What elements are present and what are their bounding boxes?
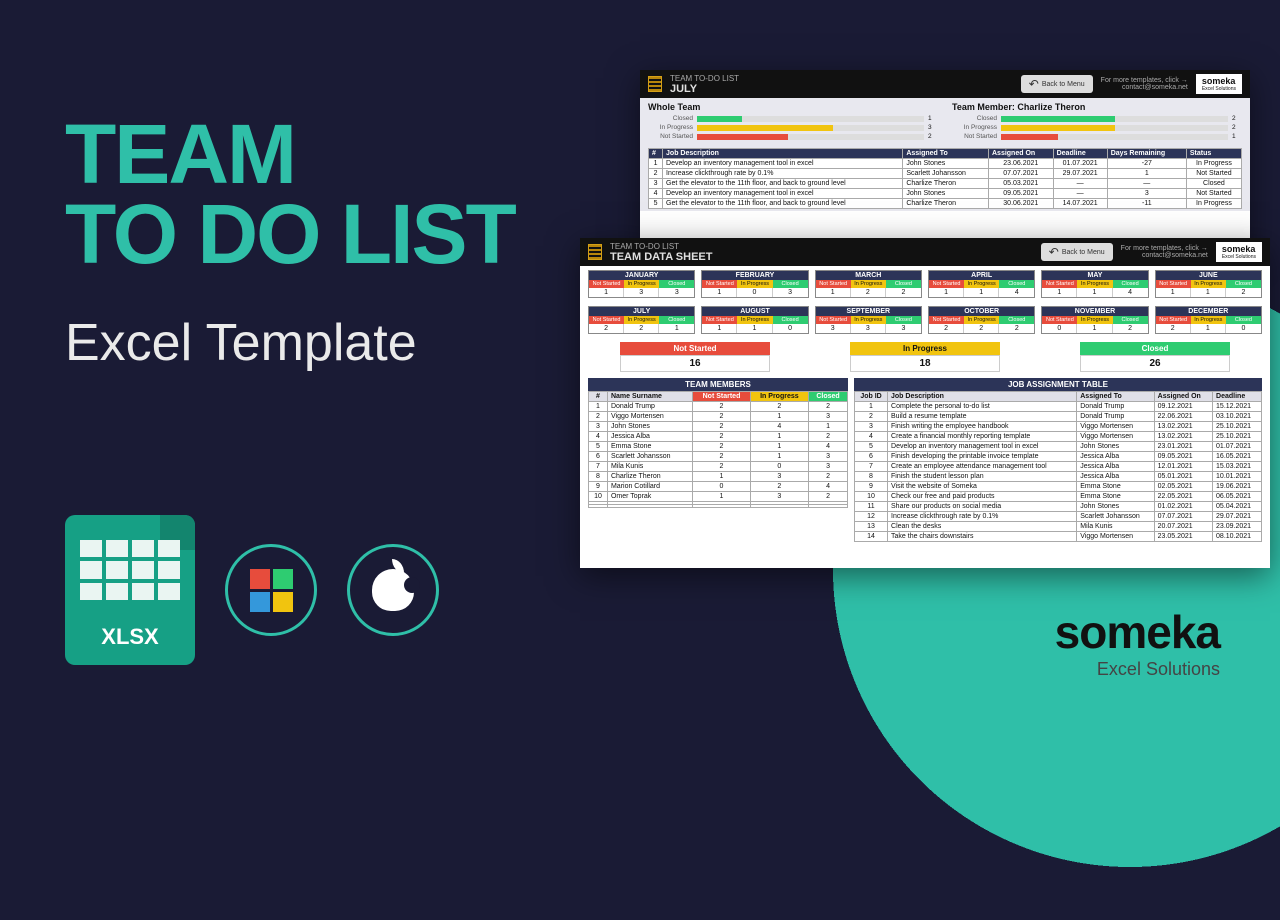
- table-row[interactable]: 9Visit the website of SomekaEmma Stone02…: [855, 482, 1262, 492]
- selected-member[interactable]: Charlize Theron: [1017, 102, 1085, 112]
- xlsx-label: XLSX: [65, 624, 195, 650]
- hero-subtitle: Excel Template: [65, 313, 515, 373]
- team-members-table: TEAM MEMBERS #Name SurnameNot StartedIn …: [588, 378, 848, 508]
- hero-block: TEAM TO DO LIST Excel Template: [65, 115, 515, 373]
- someka-mini-logo: somekaExcel Solutions: [1196, 74, 1242, 94]
- table-row[interactable]: 10Check our free and paid productsEmma S…: [855, 492, 1262, 502]
- table-row[interactable]: 4Create a financial monthly reporting te…: [855, 432, 1262, 442]
- month-card: AUGUST Not StartedIn ProgressClosed 110: [701, 306, 808, 334]
- table-row[interactable]: 5Get the elevator to the 11th floor, and…: [649, 199, 1242, 209]
- breadcrumb: TEAM TO-DO LIST: [670, 74, 1013, 83]
- back-arrow-icon: ↶: [1049, 245, 1059, 259]
- table-row[interactable]: 12Increase clickthrough rate by 0.1%Scar…: [855, 512, 1262, 522]
- table-row[interactable]: 1Donald Trump222: [589, 402, 848, 412]
- job-assignment-table: JOB ASSIGNMENT TABLE Job IDJob Descripti…: [854, 378, 1262, 542]
- breadcrumb: TEAM TO-DO LIST: [610, 242, 1033, 251]
- table-row[interactable]: 3Get the elevator to the 11th floor, and…: [649, 179, 1242, 189]
- table-row[interactable]: 2Increase clickthrough rate by 0.1%Scarl…: [649, 169, 1242, 179]
- table-row[interactable]: 4Develop an inventory management tool in…: [649, 189, 1242, 199]
- hero-title-line1: TEAM: [65, 115, 515, 195]
- brand-tagline: Excel Solutions: [1055, 659, 1220, 680]
- page-title: JULY: [670, 83, 1013, 95]
- someka-brand: someka Excel Solutions: [1055, 605, 1220, 680]
- month-card: DECEMBER Not StartedIn ProgressClosed 21…: [1155, 306, 1262, 334]
- shot-header: TEAM TO-DO LIST TEAM DATA SHEET ↶ Back t…: [580, 238, 1270, 266]
- table-row[interactable]: 6Finish developing the printable invoice…: [855, 452, 1262, 462]
- table-row[interactable]: 1Complete the personal to-do listDonald …: [855, 402, 1262, 412]
- table-row[interactable]: 7Create an employee attendance managemen…: [855, 462, 1262, 472]
- month-card: NOVEMBER Not StartedIn ProgressClosed 01…: [1041, 306, 1148, 334]
- back-to-menu-button[interactable]: ↶ Back to Menu: [1021, 75, 1093, 93]
- table-row[interactable]: 2Viggo Mortensen213: [589, 412, 848, 422]
- monthly-jobs-table: #Job DescriptionAssigned ToAssigned OnDe…: [648, 148, 1242, 209]
- whole-team-label: Whole Team: [648, 102, 938, 112]
- more-templates-link[interactable]: For more templates, click →: [1101, 77, 1188, 84]
- table-row[interactable]: 2Build a resume templateDonald Trump22.0…: [855, 412, 1262, 422]
- page-title: TEAM DATA SHEET: [610, 251, 1033, 263]
- month-card: SEPTEMBER Not StartedIn ProgressClosed 3…: [815, 306, 922, 334]
- table-row[interactable]: 8Charlize Theron132: [589, 472, 848, 482]
- table-row[interactable]: 1Develop an inventory management tool in…: [649, 159, 1242, 169]
- table-row[interactable]: 7Mila Kunis203: [589, 462, 848, 472]
- back-to-menu-button[interactable]: ↶ Back to Menu: [1041, 243, 1113, 261]
- month-card: JUNE Not StartedIn ProgressClosed 112: [1155, 270, 1262, 298]
- windows-icon: [225, 544, 317, 636]
- back-arrow-icon: ↶: [1029, 77, 1039, 91]
- table-row[interactable]: 6Scarlett Johansson213: [589, 452, 848, 462]
- month-card: MAY Not StartedIn ProgressClosed 114: [1041, 270, 1148, 298]
- month-card: MARCH Not StartedIn ProgressClosed 122: [815, 270, 922, 298]
- table-row[interactable]: 13Clean the desksMila Kunis20.07.202123.…: [855, 522, 1262, 532]
- table-row[interactable]: 5Develop an inventory management tool in…: [855, 442, 1262, 452]
- more-templates-link[interactable]: For more templates, click →: [1121, 245, 1208, 252]
- table-row[interactable]: 3John Stones241: [589, 422, 848, 432]
- spiral-icon: [648, 76, 662, 92]
- month-card: FEBRUARY Not StartedIn ProgressClosed 10…: [701, 270, 808, 298]
- xlsx-file-icon: XLSX: [65, 515, 195, 665]
- table-row[interactable]: 4Jessica Alba212: [589, 432, 848, 442]
- table-row[interactable]: 5Emma Stone214: [589, 442, 848, 452]
- table-row[interactable]: 8Finish the student lesson planJessica A…: [855, 472, 1262, 482]
- month-card: JANUARY Not StartedIn ProgressClosed 133: [588, 270, 695, 298]
- table-row[interactable]: 11Share our products on social mediaJohn…: [855, 502, 1262, 512]
- brand-name: someka: [1055, 605, 1220, 659]
- spiral-icon: [588, 244, 602, 260]
- screenshot-team-data: TEAM TO-DO LIST TEAM DATA SHEET ↶ Back t…: [580, 238, 1270, 568]
- month-card: APRIL Not StartedIn ProgressClosed 114: [928, 270, 1035, 298]
- table-row[interactable]: 10Omer Toprak132: [589, 492, 848, 502]
- table-row[interactable]: 9Marion Cotillard024: [589, 482, 848, 492]
- month-card: JULY Not StartedIn ProgressClosed 221: [588, 306, 695, 334]
- shot-header: TEAM TO-DO LIST JULY ↶ Back to Menu For …: [640, 70, 1250, 98]
- month-card: OCTOBER Not StartedIn ProgressClosed 222: [928, 306, 1035, 334]
- apple-icon: [347, 544, 439, 636]
- table-row[interactable]: 3Finish writing the employee handbookVig…: [855, 422, 1262, 432]
- hero-title-line2: TO DO LIST: [65, 195, 515, 275]
- someka-mini-logo: somekaExcel Solutions: [1216, 242, 1262, 262]
- screenshot-monthly: TEAM TO-DO LIST JULY ↶ Back to Menu For …: [640, 70, 1250, 250]
- table-row[interactable]: 14Take the chairs downstairsViggo Morten…: [855, 532, 1262, 542]
- contact-email: contact@someka.net: [1121, 252, 1208, 259]
- platform-icons-row: XLSX: [65, 515, 439, 665]
- table-row[interactable]: [589, 505, 848, 508]
- contact-email: contact@someka.net: [1101, 84, 1188, 91]
